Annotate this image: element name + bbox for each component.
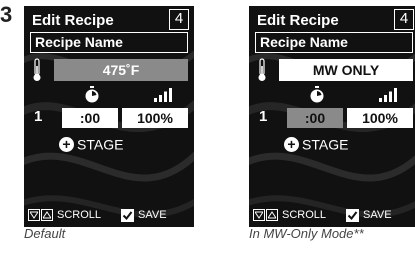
stage-time-field[interactable]: :00	[62, 108, 118, 128]
save-label[interactable]: SAVE	[138, 209, 167, 221]
signal-bars-icon	[154, 88, 172, 102]
up-arrow-icon[interactable]	[266, 209, 278, 222]
stopwatch-icon	[85, 86, 99, 103]
signal-bars-icon	[379, 88, 397, 102]
plus-circle-icon: +	[284, 136, 299, 152]
down-arrow-icon[interactable]	[28, 209, 40, 222]
recipe-name-field[interactable]: Recipe Name	[255, 32, 413, 53]
footer-bar: SCROLL SAVE	[253, 207, 415, 223]
stage-time-field[interactable]: :00	[287, 108, 343, 128]
down-arrow-icon[interactable]	[253, 209, 265, 222]
scroll-label: SCROLL	[282, 209, 327, 222]
add-stage-label: STAGE	[77, 136, 124, 153]
scroll-label: SCROLL	[57, 209, 102, 222]
footer-bar: SCROLL SAVE	[28, 207, 190, 223]
recipe-screen-default: Edit Recipe 4 Recipe Name 475˚F 1 :00 10…	[24, 6, 194, 227]
stage-power-field[interactable]: 100%	[122, 108, 188, 128]
stopwatch-icon	[310, 86, 324, 103]
stage-power-field[interactable]: 100%	[347, 108, 413, 128]
thermometer-icon	[258, 58, 266, 81]
screen-title: Edit Recipe	[257, 12, 339, 29]
temperature-field[interactable]: MW ONLY	[279, 59, 413, 81]
checkmark-icon[interactable]	[121, 208, 135, 222]
save-label[interactable]: SAVE	[363, 209, 392, 221]
stage-number: 1	[259, 108, 268, 125]
recipe-name-field[interactable]: Recipe Name	[30, 32, 188, 53]
step-number: 3	[0, 2, 13, 27]
add-stage-label: STAGE	[302, 136, 349, 153]
plus-circle-icon: +	[59, 136, 74, 152]
recipe-number-badge: 4	[169, 9, 189, 30]
stage-number: 1	[34, 108, 43, 125]
checkmark-icon[interactable]	[346, 208, 360, 222]
temperature-field[interactable]: 475˚F	[54, 59, 188, 81]
caption-default: Default	[24, 226, 66, 241]
thermometer-icon	[33, 58, 41, 81]
up-arrow-icon[interactable]	[41, 209, 53, 222]
recipe-number-badge: 4	[394, 9, 414, 30]
add-stage-button[interactable]: + STAGE	[59, 134, 123, 152]
caption-mw-only: In MW-Only Mode**	[249, 226, 364, 241]
recipe-screen-mw-only: Edit Recipe 4 Recipe Name MW ONLY 1 :00 …	[249, 6, 415, 227]
add-stage-button[interactable]: + STAGE	[284, 134, 348, 152]
screen-title: Edit Recipe	[32, 12, 114, 29]
